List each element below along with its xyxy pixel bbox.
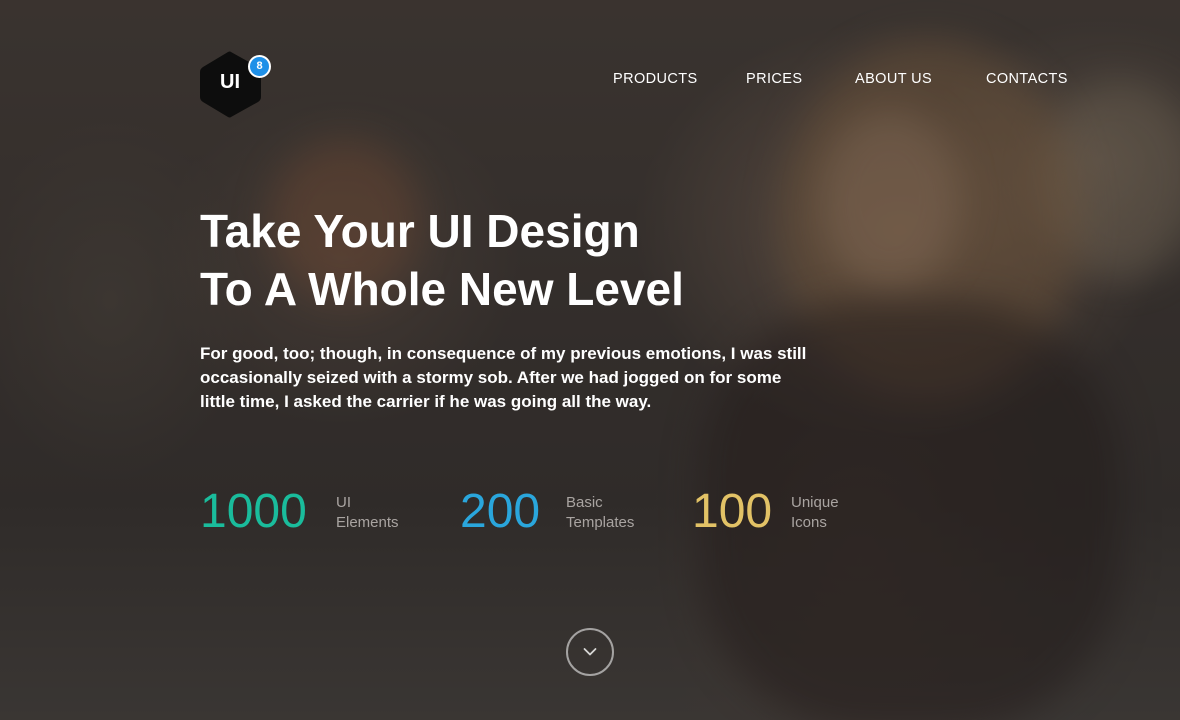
scroll-down-button[interactable] <box>566 628 614 676</box>
stat-label: Unique Icons <box>791 493 839 533</box>
nav-item-contacts[interactable]: CONTACTS <box>986 71 1068 87</box>
stat-number: 100 <box>692 485 773 538</box>
nav-item-prices[interactable]: PRICES <box>746 71 802 87</box>
stat-number: 1000 <box>200 485 307 538</box>
nav-item-products[interactable]: PRODUCTS <box>613 71 698 87</box>
stat-label-line-2: Elements <box>336 514 399 531</box>
stat-label-line-2: Icons <box>791 514 827 531</box>
stat-number: 200 <box>460 485 541 538</box>
hero-headline-line-1: Take Your UI Design <box>200 205 640 257</box>
stat-label-line-2: Templates <box>566 514 635 531</box>
chevron-down-icon <box>583 648 597 656</box>
hero-lead-paragraph: For good, too; though, in consequence of… <box>200 344 807 411</box>
hero-content: UI 8 PRODUCTS PRICES ABOUT US CONTACTS T… <box>0 0 1180 720</box>
stat-label-line-1: UI <box>336 494 351 511</box>
stat-label-line-1: Basic <box>566 494 603 511</box>
stat-label: Basic Templates <box>566 493 634 533</box>
hero-headline: Take Your UI Design To A Whole New Level <box>200 202 900 318</box>
stat-label: UI Elements <box>336 493 399 533</box>
stat-label-line-1: Unique <box>791 494 839 511</box>
main-nav: PRODUCTS PRICES ABOUT US CONTACTS <box>0 71 1180 91</box>
nav-item-about-us[interactable]: ABOUT US <box>855 71 932 87</box>
hero-headline-line-2: To A Whole New Level <box>200 263 684 315</box>
